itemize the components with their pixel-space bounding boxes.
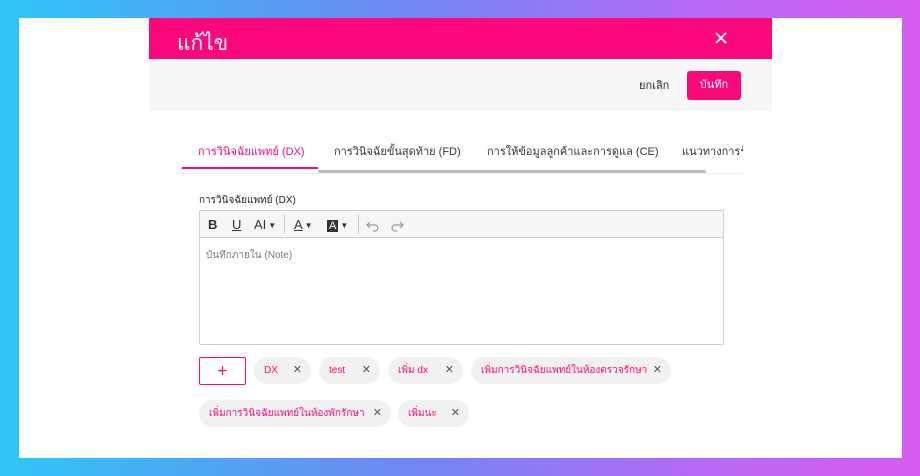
editor-content[interactable]: บันทึกภายใน (Note) [200, 238, 723, 345]
chevron-down-icon: ▼ [304, 221, 313, 231]
tag-label: เพิ่มการวินิจฉัยแพทย์ในห้องพักรักษา [209, 408, 365, 419]
toolbar-divider [358, 215, 359, 234]
tag-label: เพิ่มการวินิจฉัยแพทย์ในห้องตรวจรักษา [481, 365, 648, 376]
close-icon[interactable]: ✕ [373, 400, 382, 427]
add-tag-button[interactable]: + [199, 357, 246, 385]
tab-guideline[interactable]: แนวทางการรั [682, 142, 743, 168]
font-size-dropdown[interactable]: AI ▼ [254, 215, 276, 234]
tag-chip: DX ✕ [254, 357, 311, 384]
tab-bar: การวินิจฉัยแพทย์ (DX) การวินิจฉัยขั้นสุด… [182, 142, 743, 174]
undo-icon[interactable] [366, 215, 380, 234]
tag-label: เพิ่ม dx [398, 365, 428, 376]
chevron-down-icon: ▼ [268, 221, 277, 231]
chevron-down-icon: ▼ [340, 221, 349, 231]
tag-label: เพิ่มนะ [408, 408, 437, 419]
tag-chip: เพิ่ม dx ✕ [388, 357, 463, 384]
close-icon[interactable]: ✕ [362, 357, 371, 384]
editor-toolbar: B U AI ▼ A ▼ A ▼ [200, 211, 723, 238]
tag-chip: เพิ่มการวินิจฉัยแพทย์ในห้องตรวจรักษา ✕ [471, 357, 671, 384]
redo-icon[interactable] [390, 215, 404, 234]
tab-ce[interactable]: การให้ข้อมูลลูกค้าและการดูแล (CE) [487, 142, 659, 168]
active-tab-indicator [182, 167, 318, 169]
cancel-button[interactable]: ยกเลิก [627, 72, 681, 100]
editor-placeholder: บันทึกภายใน (Note) [206, 250, 293, 261]
page-canvas: แก้ไข ยกเลิก บันทึก การวินิจฉัยแพทย์ (DX… [19, 18, 902, 458]
toolbar-divider [284, 215, 285, 234]
font-size-icon: AI [254, 217, 267, 232]
close-icon[interactable] [710, 27, 732, 49]
tag-chip: test ✕ [319, 357, 380, 384]
field-label: การวินิจฉัยแพทย์ (DX) [199, 195, 296, 206]
close-icon[interactable]: ✕ [445, 357, 454, 384]
tag-chip: เพิ่มการวินิจฉัยแพทย์ในห้องพักรักษา ✕ [199, 400, 391, 427]
tag-label: DX [264, 365, 278, 376]
text-color-icon: A [294, 217, 303, 232]
edit-modal: แก้ไข ยกเลิก บันทึก การวินิจฉัยแพทย์ (DX… [149, 18, 772, 458]
modal-title: แก้ไข [177, 32, 229, 55]
tab-scrollbar[interactable] [318, 170, 706, 173]
close-icon[interactable]: ✕ [293, 357, 302, 384]
tag-label: test [329, 365, 346, 376]
underline-button[interactable]: U [232, 215, 241, 234]
highlight-icon: A [327, 220, 339, 232]
save-button[interactable]: บันทึก [687, 71, 741, 100]
bold-button[interactable]: B [208, 215, 217, 234]
tab-fd[interactable]: การวินิจฉัยขั้นสุดท้าย (FD) [334, 142, 461, 168]
modal-header: แก้ไข [149, 18, 772, 59]
tag-chip: เพิ่มนะ ✕ [398, 400, 469, 427]
rich-text-editor: B U AI ▼ A ▼ A ▼ บันทึกภายใน (Note) [199, 210, 724, 345]
highlight-dropdown[interactable]: A ▼ [327, 215, 348, 234]
close-icon[interactable]: ✕ [653, 357, 662, 384]
action-bar: ยกเลิก บันทึก [149, 59, 772, 111]
tab-dx[interactable]: การวินิจฉัยแพทย์ (DX) [198, 142, 305, 168]
close-icon[interactable]: ✕ [451, 400, 460, 427]
text-color-dropdown[interactable]: A ▼ [294, 215, 313, 234]
